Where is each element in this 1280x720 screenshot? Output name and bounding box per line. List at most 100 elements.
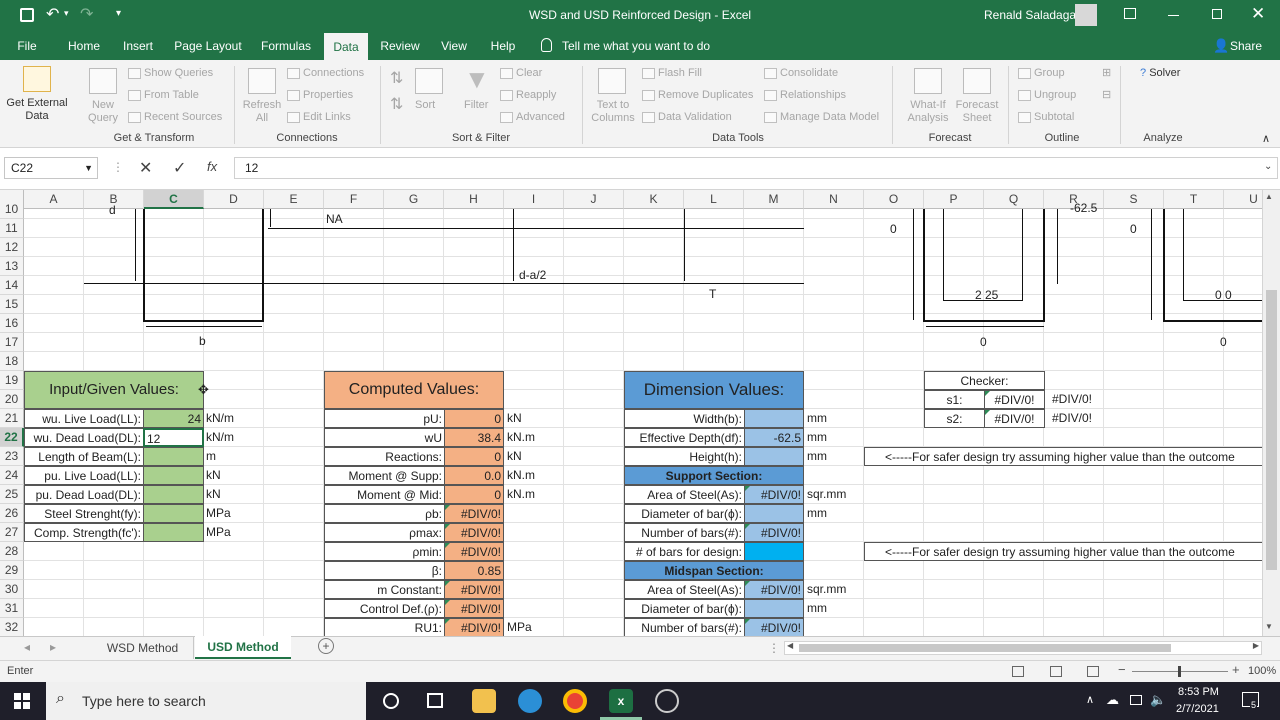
sort-za-icon[interactable]: ⇅	[390, 94, 403, 114]
restore-icon[interactable]	[1212, 9, 1222, 19]
column-header[interactable]: I	[504, 190, 564, 209]
row-header[interactable]: 22	[0, 428, 24, 447]
active-cell-c22[interactable]: 12	[143, 428, 204, 447]
input-value-cell[interactable]	[143, 523, 204, 542]
sheet-tab-wsd[interactable]: WSD Method	[92, 637, 194, 659]
onedrive-icon[interactable]: ☁	[1106, 692, 1119, 708]
edge-icon[interactable]	[518, 689, 542, 713]
column-header[interactable]: L	[684, 190, 744, 209]
chrome-icon[interactable]	[563, 689, 587, 713]
input-value-cell[interactable]	[143, 485, 204, 504]
zoom-in-icon[interactable]: +	[1232, 662, 1240, 677]
get-external-data-button[interactable]: Get External Data	[6, 97, 68, 123]
scroll-up-icon[interactable]: ▲	[1265, 192, 1273, 201]
cortana-icon[interactable]	[383, 693, 399, 709]
save-icon[interactable]	[20, 8, 34, 22]
properties-button[interactable]: Properties	[287, 89, 353, 101]
computed-value-cell[interactable]: #DIV/0!	[444, 599, 504, 618]
scroll-down-icon[interactable]: ▼	[1265, 622, 1273, 631]
row-header[interactable]: 19	[0, 371, 24, 390]
text-to-columns-button[interactable]: Text to Columns	[588, 99, 638, 125]
row-header[interactable]: 32	[0, 618, 24, 636]
row-header[interactable]: 18	[0, 352, 24, 371]
computed-value-cell[interactable]: 0	[444, 409, 504, 428]
column-header[interactable]: E	[264, 190, 324, 209]
sort-az-icon[interactable]: ⇅	[390, 68, 403, 88]
zoom-level[interactable]: 100%	[1248, 665, 1276, 677]
column-header[interactable]: A	[24, 190, 84, 209]
column-header[interactable]: J	[564, 190, 624, 209]
tab-help[interactable]: Help	[484, 32, 522, 60]
insert-function-icon[interactable]: fx	[207, 159, 217, 174]
remove-duplicates-button[interactable]: Remove Duplicates	[642, 89, 753, 101]
name-box[interactable]: C22 ▼	[4, 157, 98, 179]
column-header[interactable]: M	[744, 190, 804, 209]
column-header[interactable]: Q	[984, 190, 1044, 209]
page-break-view-icon[interactable]	[1087, 666, 1099, 677]
row-header[interactable]: 27	[0, 523, 24, 542]
dimension-value-cell[interactable]	[744, 447, 804, 466]
column-header[interactable]: U	[1224, 190, 1262, 209]
scroll-right-icon[interactable]: ▶	[1253, 641, 1259, 650]
user-name[interactable]: Renald Saladaga	[984, 8, 1076, 22]
row-header[interactable]: 15	[0, 295, 24, 314]
chevron-down-icon[interactable]: ▼	[84, 158, 93, 178]
network-icon[interactable]	[1130, 695, 1142, 705]
row-header[interactable]: 14	[0, 276, 24, 295]
dimension-value-cell[interactable]: -62.5	[744, 428, 804, 447]
minimize-icon[interactable]	[1168, 15, 1179, 16]
zoom-out-icon[interactable]: −	[1118, 662, 1126, 677]
input-value-cell[interactable]	[143, 447, 204, 466]
computed-value-cell[interactable]: #DIV/0!	[444, 542, 504, 561]
manage-data-model-button[interactable]: Manage Data Model	[764, 111, 879, 123]
dimension-value-cell[interactable]	[744, 409, 804, 428]
close-icon[interactable]: ✕	[1251, 4, 1265, 24]
tray-chevron-icon[interactable]: ∧	[1086, 693, 1094, 706]
formula-input[interactable]: 12	[234, 157, 1278, 179]
column-header[interactable]: F	[324, 190, 384, 209]
worksheet-grid[interactable]: A B C D E F G H I J K L M N O P Q R S T U 10 11 12 13 14 15 16 17 18 1…	[0, 190, 1262, 636]
share-icon[interactable]: 👤	[1213, 38, 1229, 54]
tab-file[interactable]: File	[10, 32, 44, 60]
filter-button[interactable]: Filter	[464, 99, 488, 111]
hscroll-thumb[interactable]	[799, 644, 1171, 652]
computed-value-cell[interactable]: 38.4	[444, 428, 504, 447]
row-header[interactable]: 28	[0, 542, 24, 561]
refresh-all-button[interactable]: Refresh All	[240, 99, 284, 125]
vertical-scrollbar[interactable]: ▲ ▼	[1262, 190, 1280, 636]
add-sheet-icon[interactable]: +	[318, 638, 334, 654]
advanced-button[interactable]: Advanced	[500, 111, 565, 123]
input-value-cell[interactable]	[143, 504, 204, 523]
ribbon-display-icon[interactable]	[1124, 8, 1136, 19]
volume-icon[interactable]: 🔈	[1150, 692, 1166, 708]
cancel-icon[interactable]: ✕	[139, 158, 152, 178]
recent-sources-button[interactable]: Recent Sources	[128, 111, 222, 123]
avatar[interactable]	[1075, 4, 1097, 26]
relationships-button[interactable]: Relationships	[764, 89, 846, 101]
dimension-value-cell[interactable]: #DIV/0!	[744, 485, 804, 504]
show-queries-button[interactable]: Show Queries	[128, 67, 213, 79]
column-header[interactable]: S	[1104, 190, 1164, 209]
share-button[interactable]: Share	[1228, 32, 1264, 60]
consolidate-button[interactable]: Consolidate	[764, 67, 838, 79]
forecast-sheet-button[interactable]: Forecast Sheet	[954, 99, 1000, 125]
task-view-icon[interactable]	[427, 693, 443, 708]
tab-page-layout[interactable]: Page Layout	[170, 32, 246, 60]
hide-detail-icon[interactable]: ⊟	[1102, 88, 1111, 101]
more-sheets-icon[interactable]: ⋮	[768, 641, 780, 655]
clock-time[interactable]: 8:53 PM	[1178, 686, 1219, 698]
scroll-left-icon[interactable]: ◀	[787, 641, 793, 650]
column-header[interactable]: D	[204, 190, 264, 209]
windows-start-icon[interactable]	[14, 693, 30, 709]
computed-value-cell[interactable]: #DIV/0!	[444, 618, 504, 636]
tab-formulas[interactable]: Formulas	[256, 32, 316, 60]
what-if-analysis-button[interactable]: What-If Analysis	[900, 99, 956, 125]
column-header[interactable]: K	[624, 190, 684, 209]
computed-value-cell[interactable]: #DIV/0!	[444, 580, 504, 599]
data-validation-button[interactable]: Data Validation	[642, 111, 732, 123]
tab-view[interactable]: View	[434, 32, 474, 60]
normal-view-icon[interactable]	[1012, 666, 1024, 677]
row-header[interactable]: 17	[0, 333, 24, 352]
computed-value-cell[interactable]: 0	[444, 485, 504, 504]
tab-home[interactable]: Home	[62, 32, 106, 60]
